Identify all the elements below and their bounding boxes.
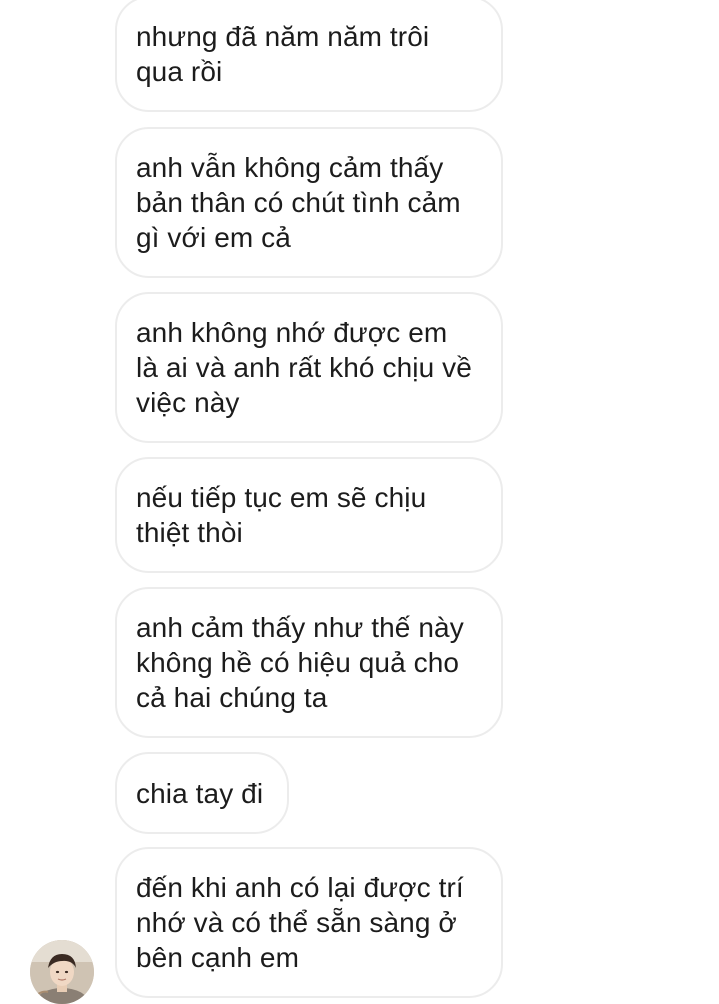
message-text: anh cảm thấy như thế này không hề có hiệ…: [136, 612, 464, 713]
message-text: nhưng đã năm năm trôi qua rồi: [136, 21, 430, 87]
message-bubble[interactable]: anh không nhớ được em là ai và anh rất k…: [115, 292, 503, 443]
message-bubble[interactable]: nhưng đã năm năm trôi qua rồi: [115, 0, 503, 112]
message-bubble[interactable]: chia tay đi: [115, 752, 289, 834]
profile-photo-icon: [30, 940, 94, 1004]
message-bubble[interactable]: đến khi anh có lại được trí nhớ và có th…: [115, 847, 503, 998]
message-text: anh không nhớ được em là ai và anh rất k…: [136, 317, 472, 418]
message-text: chia tay đi: [136, 777, 264, 809]
message-text: nếu tiếp tục em sẽ chịu thiệt thòi: [136, 482, 427, 548]
message-text: anh vẫn không cảm thấy bản thân có chút …: [136, 152, 461, 253]
message-bubble[interactable]: anh cảm thấy như thế này không hề có hiệ…: [115, 587, 503, 738]
message-bubble[interactable]: anh vẫn không cảm thấy bản thân có chút …: [115, 127, 503, 278]
message-bubble[interactable]: nếu tiếp tục em sẽ chịu thiệt thòi: [115, 457, 503, 573]
sender-avatar[interactable]: [30, 940, 94, 1004]
message-thread: nhưng đã năm năm trôi qua rồi anh vẫn kh…: [0, 0, 719, 1004]
message-text: đến khi anh có lại được trí nhớ và có th…: [136, 872, 464, 973]
